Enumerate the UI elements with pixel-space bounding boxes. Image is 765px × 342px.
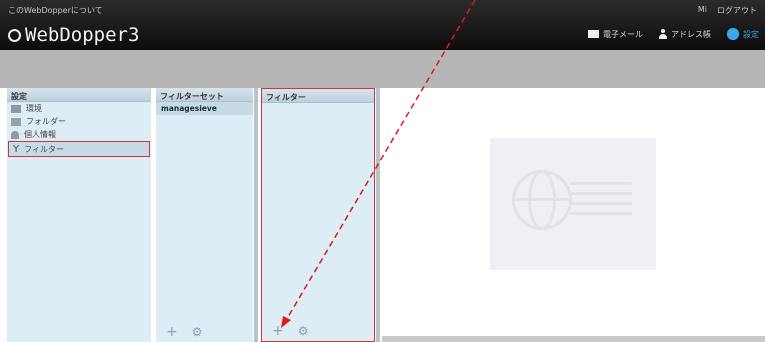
settings-panel: 設定 環境 フォルダー 個人情報 Y フィルター bbox=[7, 88, 151, 342]
filter-set-item[interactable]: managesieve bbox=[156, 102, 253, 115]
settings-item-label: フィルター bbox=[24, 144, 64, 154]
top-links: Mi ログアウト bbox=[698, 5, 757, 16]
filter-sets-panel: フィルターセット managesieve + ⚙ bbox=[156, 88, 253, 342]
top-bar: このWebDopperについて Mi ログアウト WebDopper3 電子メー… bbox=[0, 0, 765, 50]
task-mail-label: 電子メール bbox=[603, 29, 643, 39]
watermark-stamp bbox=[490, 138, 656, 270]
panel-splitter[interactable] bbox=[254, 88, 258, 342]
task-settings-label: 設定 bbox=[743, 29, 759, 39]
product-logo: WebDopper3 bbox=[8, 24, 139, 46]
filter-icon: Y bbox=[13, 143, 20, 155]
filter-sets-toolbar: + ⚙ bbox=[156, 322, 253, 342]
add-filter-button[interactable]: + bbox=[272, 323, 284, 339]
user-icon bbox=[11, 130, 19, 139]
product-name: WebDopper3 bbox=[25, 24, 140, 46]
wave-line bbox=[570, 182, 632, 185]
task-addressbook[interactable]: アドレス帳 bbox=[659, 29, 711, 40]
settings-item-identities[interactable]: 個人情報 bbox=[7, 128, 151, 141]
settings-item-preferences[interactable]: 環境 bbox=[7, 102, 151, 115]
filter-set-actions-button[interactable]: ⚙ bbox=[192, 325, 203, 339]
settings-item-filters[interactable]: Y フィルター bbox=[8, 141, 150, 157]
globe-icon bbox=[512, 170, 572, 230]
filters-title: フィルター bbox=[262, 89, 374, 103]
filters-toolbar: + ⚙ bbox=[262, 321, 374, 341]
settings-item-label: 環境 bbox=[26, 104, 42, 113]
about-link[interactable]: このWebDopperについて bbox=[8, 5, 103, 16]
toolbar-area bbox=[0, 50, 765, 88]
wave-line bbox=[570, 192, 632, 195]
task-mail[interactable]: 電子メール bbox=[588, 29, 643, 40]
settings-item-label: 個人情報 bbox=[24, 130, 56, 139]
task-addressbook-label: アドレス帳 bbox=[671, 29, 711, 39]
wave-line bbox=[570, 202, 632, 205]
gear-icon bbox=[727, 28, 739, 40]
wave-line bbox=[570, 212, 632, 215]
preferences-icon bbox=[11, 104, 21, 113]
logout-link[interactable]: ログアウト bbox=[717, 5, 757, 16]
folder-icon bbox=[11, 117, 21, 126]
panel-splitter[interactable] bbox=[376, 88, 380, 342]
add-filter-set-button[interactable]: + bbox=[166, 324, 178, 340]
content-frame bbox=[382, 88, 765, 342]
person-icon bbox=[659, 29, 667, 39]
logo-icon bbox=[8, 28, 21, 42]
task-settings[interactable]: 設定 bbox=[727, 28, 759, 40]
horizontal-scrollbar[interactable] bbox=[382, 336, 765, 342]
top-link-left[interactable]: Mi bbox=[698, 5, 707, 16]
filters-panel: フィルター + ⚙ bbox=[261, 88, 375, 342]
envelope-icon bbox=[588, 30, 599, 38]
task-bar: 電子メール アドレス帳 設定 bbox=[588, 28, 759, 40]
filter-sets-title: フィルターセット bbox=[156, 88, 253, 102]
settings-item-label: フォルダー bbox=[26, 117, 66, 126]
settings-item-folders[interactable]: フォルダー bbox=[7, 115, 151, 128]
settings-panel-title: 設定 bbox=[7, 88, 151, 102]
filter-actions-button[interactable]: ⚙ bbox=[298, 324, 309, 338]
